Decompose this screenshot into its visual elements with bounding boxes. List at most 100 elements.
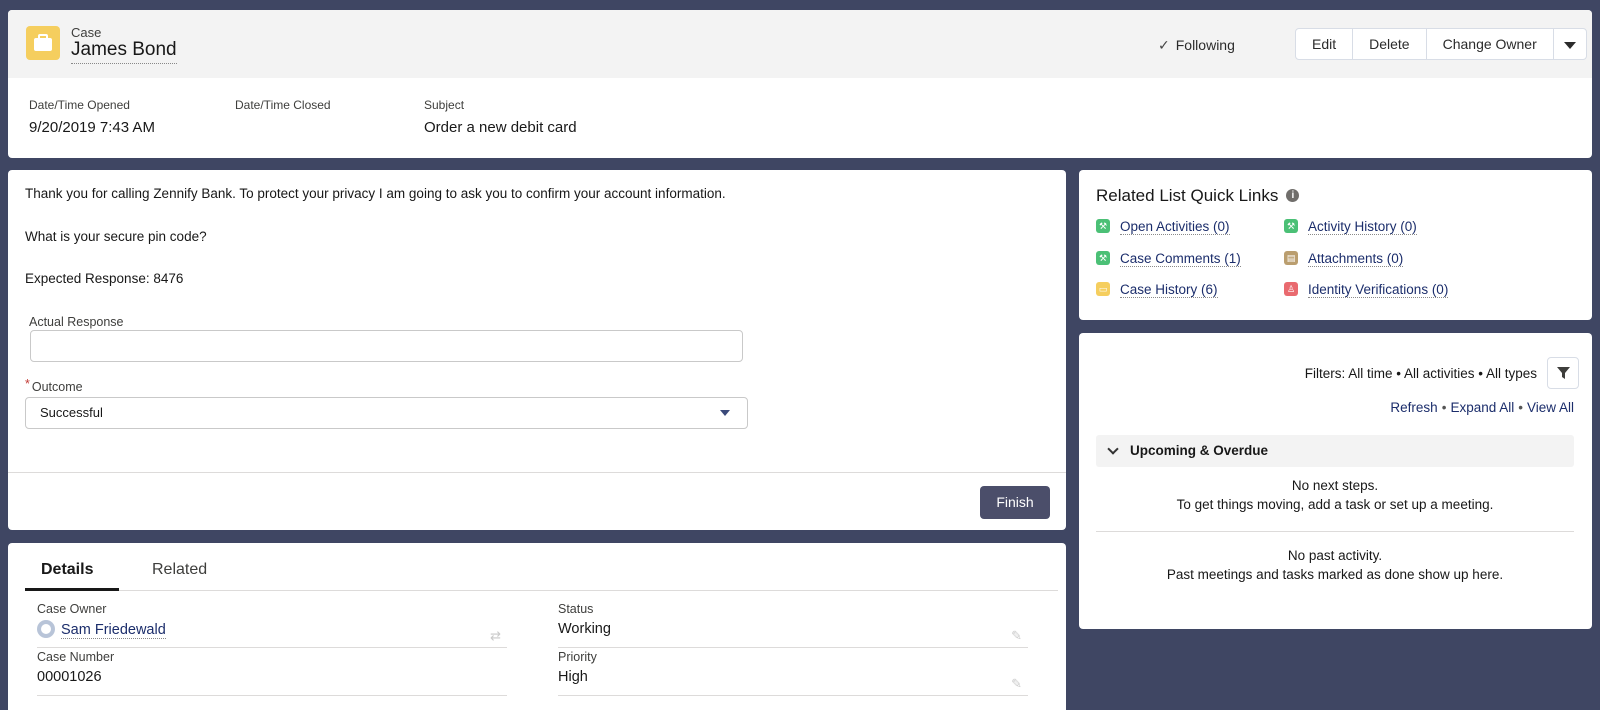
tabs-divider	[25, 590, 1058, 591]
flow-footer-divider	[8, 472, 1066, 473]
following-button[interactable]: ✓ Following	[1158, 37, 1235, 54]
upcoming-overdue-section[interactable]: Upcoming & Overdue	[1096, 435, 1574, 467]
quick-link-label: Case Comments (1)	[1120, 251, 1241, 267]
highlight-value: 9/20/2019 7:43 AM	[29, 119, 155, 136]
active-tab-indicator	[25, 588, 119, 591]
no-next-steps-hint: To get things moving, add a task or set …	[1176, 497, 1494, 512]
filter-button[interactable]	[1547, 357, 1579, 389]
tab-details[interactable]: Details	[41, 561, 93, 579]
record-header: Case James Bond ✓ Following Edit Delete C…	[8, 10, 1592, 158]
field-value: Working	[558, 621, 611, 637]
case-owner-link[interactable]: Sam Friedewald	[37, 620, 507, 639]
highlight-value: Order a new debit card	[424, 119, 577, 136]
filter-icon	[1557, 367, 1570, 379]
pencil-icon[interactable]: ✎	[1011, 676, 1022, 692]
quick-link-label: Case History (6)	[1120, 282, 1218, 298]
info-icon[interactable]: i	[1286, 189, 1300, 203]
field-case-number: Case Number 00001026	[37, 650, 507, 696]
wrench-icon: ⚒	[1284, 219, 1298, 234]
highlight-label: Date/Time Closed	[235, 98, 331, 112]
following-label: Following	[1175, 37, 1235, 53]
flow-question: What is your secure pin code?	[25, 229, 207, 244]
highlight-subject: Subject Order a new debit card	[424, 98, 577, 136]
dropdown-arrow-icon	[720, 410, 730, 416]
wrench-icon: ⚒	[1096, 251, 1110, 266]
edit-button[interactable]: Edit	[1296, 29, 1354, 59]
activity-timeline: Filters: All time • All activities • All…	[1079, 333, 1592, 629]
separator-dot: •	[1518, 400, 1523, 415]
expand-all-link[interactable]: Expand All	[1450, 400, 1514, 415]
no-next-steps-text: No next steps.	[1291, 478, 1379, 493]
quick-links-title: Related List Quick Links i	[1096, 186, 1300, 206]
case-owner-name: Sam Friedewald	[61, 621, 166, 639]
related-quick-links: Related List Quick Links i ⚒ Open Activiti…	[1079, 170, 1592, 320]
no-past-activity-text: No past activity.	[1287, 548, 1383, 563]
quick-link-label: Identity Verifications (0)	[1308, 282, 1449, 298]
briefcase-icon: ▭	[1096, 282, 1110, 297]
field-priority: Priority High ✎	[558, 650, 1028, 696]
activity-filters-text: Filters: All time • All activities • All…	[1304, 366, 1537, 381]
quick-link-label: Attachments (0)	[1308, 251, 1404, 267]
flask-icon: ♙	[1284, 282, 1298, 297]
object-type-label: Case	[71, 25, 102, 40]
field-label: Priority	[558, 650, 597, 664]
field-label: Case Owner	[37, 602, 107, 616]
field-value: 00001026	[37, 669, 102, 685]
required-marker: *	[25, 377, 30, 391]
header-top-bar: Case James Bond ✓ Following Edit Delete C…	[8, 10, 1592, 78]
quick-link-case-history[interactable]: ▭ Case History (6)	[1096, 282, 1218, 298]
tab-related[interactable]: Related	[152, 561, 207, 579]
field-label: Status	[558, 602, 594, 616]
more-actions-button[interactable]	[1554, 29, 1586, 59]
highlight-label: Subject	[424, 98, 465, 112]
checkmark-icon: ✓	[1158, 37, 1170, 53]
view-all-link[interactable]: View All	[1527, 400, 1574, 415]
chevron-down-icon	[1107, 443, 1119, 455]
quick-link-attachments[interactable]: ▤ Attachments (0)	[1284, 251, 1404, 267]
highlight-label: Date/Time Opened	[29, 98, 130, 112]
highlight-date-opened: Date/Time Opened 9/20/2019 7:43 AM	[29, 98, 155, 136]
quick-link-identity-verifications[interactable]: ♙ Identity Verifications (0)	[1284, 282, 1449, 298]
refresh-link[interactable]: Refresh	[1390, 400, 1437, 415]
field-value: High	[558, 669, 588, 685]
quick-link-case-comments[interactable]: ⚒ Case Comments (1)	[1096, 251, 1241, 267]
quick-link-label: Open Activities (0)	[1120, 219, 1230, 235]
flow-expected-response: Expected Response: 8476	[25, 271, 184, 286]
field-label: Case Number	[37, 650, 115, 664]
change-owner-icon[interactable]: ⇄	[490, 628, 501, 644]
action-button-group: Edit Delete Change Owner	[1295, 28, 1587, 60]
outcome-label: Outcome	[31, 380, 83, 394]
activity-divider	[1096, 531, 1574, 532]
finish-button[interactable]: Finish	[980, 486, 1050, 519]
no-past-activity-msg: No past activity. Past meetings and task…	[1096, 546, 1574, 584]
quick-links-title-text: Related List Quick Links	[1096, 186, 1279, 205]
quick-link-label: Activity History (0)	[1308, 219, 1417, 235]
avatar	[37, 620, 55, 638]
details-panel: Details Related Case Owner Sam Friedewal…	[8, 543, 1066, 710]
no-past-activity-hint: Past meetings and tasks marked as done s…	[1166, 567, 1504, 582]
file-icon: ▤	[1284, 251, 1298, 266]
field-status: Status Working ✎	[558, 602, 1028, 648]
quick-link-activity-history[interactable]: ⚒ Activity History (0)	[1284, 219, 1417, 235]
record-name: James Bond	[71, 39, 177, 64]
outcome-select[interactable]: Successful	[25, 397, 748, 429]
outcome-label-wrap: * Outcome	[25, 377, 83, 394]
flow-intro-text: Thank you for calling Zennify Bank. To p…	[25, 186, 726, 201]
chevron-down-icon	[1563, 41, 1576, 49]
quick-link-open-activities[interactable]: ⚒ Open Activities (0)	[1096, 219, 1230, 235]
flow-screen: Thank you for calling Zennify Bank. To p…	[8, 170, 1066, 530]
highlight-date-closed: Date/Time Closed	[235, 98, 331, 119]
outcome-selected-value: Successful	[40, 405, 103, 420]
actual-response-label: Actual Response	[29, 315, 124, 329]
no-next-steps-msg: No next steps. To get things moving, add…	[1096, 476, 1574, 514]
upcoming-overdue-label: Upcoming & Overdue	[1130, 443, 1269, 458]
activity-links: Refresh • Expand All • View All	[1390, 400, 1574, 415]
actual-response-input[interactable]	[30, 330, 743, 362]
wrench-icon: ⚒	[1096, 219, 1110, 234]
separator-dot: •	[1441, 400, 1447, 415]
field-case-owner: Case Owner Sam Friedewald ⇄	[37, 602, 507, 648]
briefcase-icon	[26, 26, 60, 60]
delete-button[interactable]: Delete	[1353, 29, 1427, 59]
pencil-icon[interactable]: ✎	[1011, 628, 1022, 644]
change-owner-button[interactable]: Change Owner	[1427, 29, 1554, 59]
